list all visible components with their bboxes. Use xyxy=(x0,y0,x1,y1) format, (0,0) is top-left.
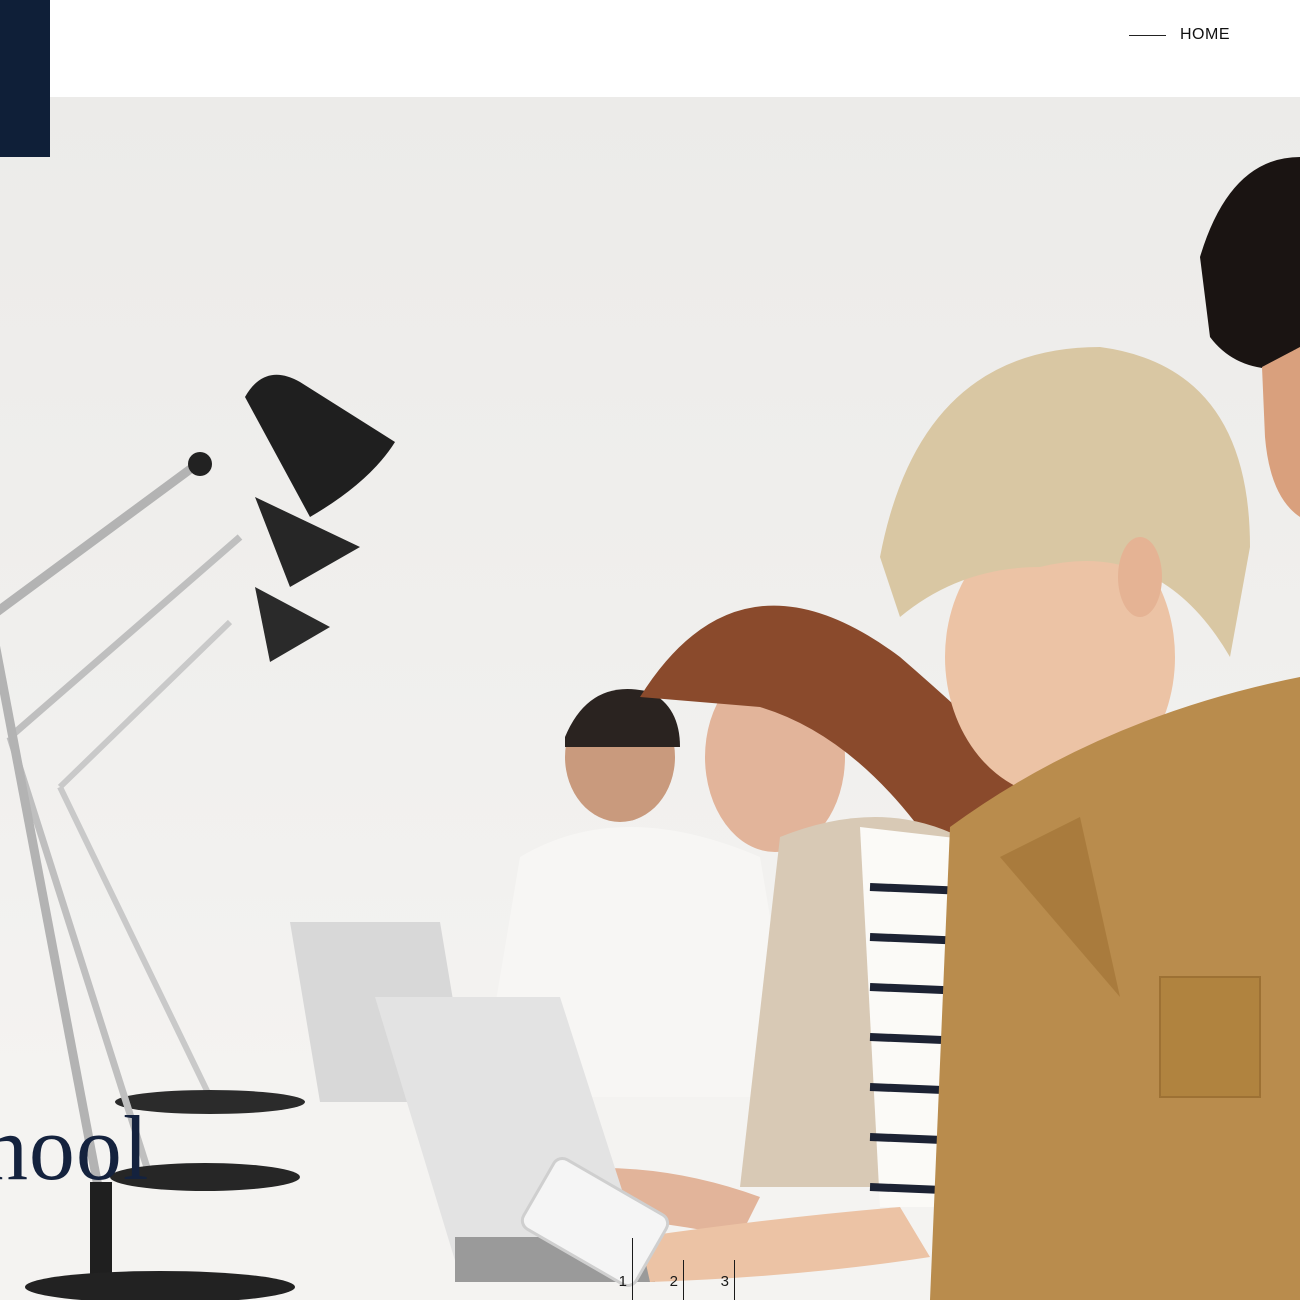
slide-pager: 1 2 3 xyxy=(582,1236,735,1300)
main-nav: HOME xyxy=(1129,26,1230,44)
pager-item-2[interactable]: 2 xyxy=(633,1260,684,1300)
pager-number: 3 xyxy=(720,1273,729,1290)
classroom-photo-illustration xyxy=(0,157,1300,1300)
pager-item-3[interactable]: 3 xyxy=(684,1260,735,1300)
nav-link-home[interactable]: HOME xyxy=(1180,26,1230,44)
desk-lamp-icon xyxy=(57,619,233,1099)
pager-number: 1 xyxy=(618,1273,627,1290)
nav-decorative-line xyxy=(1129,34,1166,36)
pager-number: 2 xyxy=(669,1273,678,1290)
logo[interactable] xyxy=(0,0,50,157)
pager-item-1[interactable]: 1 xyxy=(582,1238,633,1300)
hero-image: chool xyxy=(0,97,1300,1300)
site-header: HOME xyxy=(0,0,1300,97)
hero-title: chool xyxy=(0,1097,150,1199)
